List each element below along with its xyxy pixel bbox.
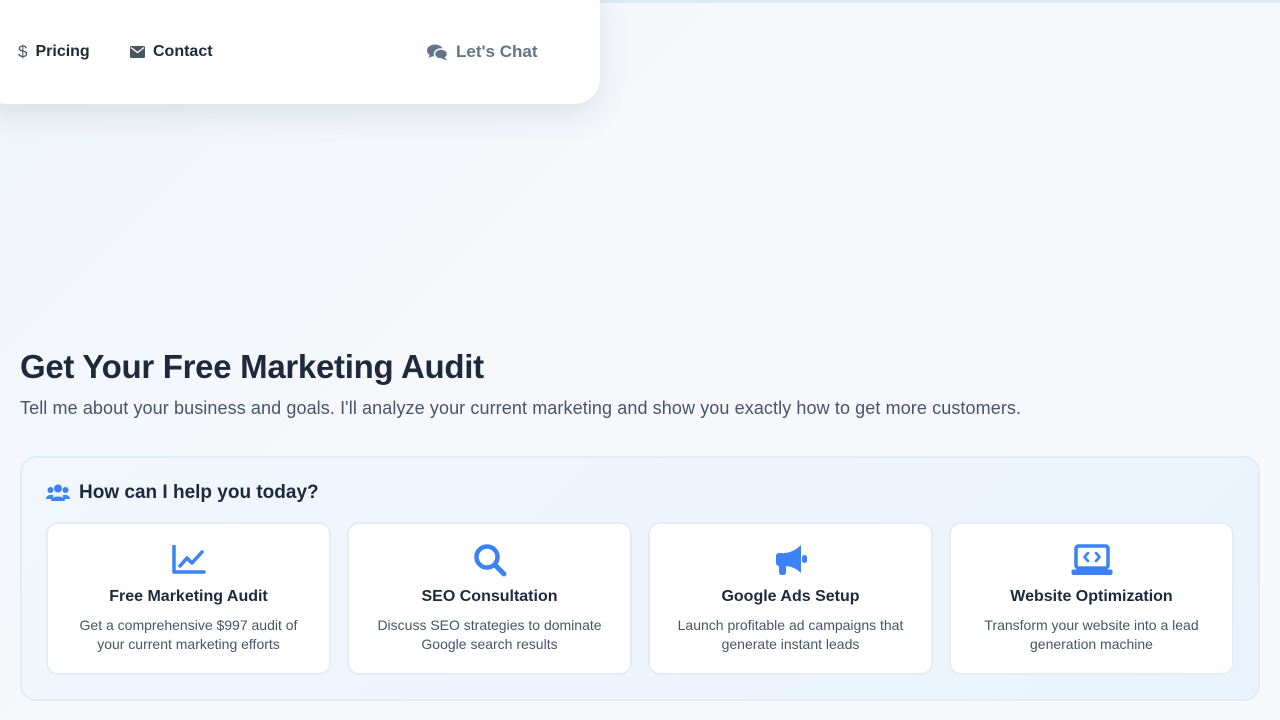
- main-navigation: $ Pricing Contact Let's Chat: [0, 0, 600, 104]
- option-title: Google Ads Setup: [721, 588, 860, 605]
- option-title: Website Optimization: [1010, 588, 1173, 605]
- option-title: Free Marketing Audit: [109, 588, 268, 605]
- option-card-seo-consultation[interactable]: SEO Consultation Discuss SEO strategies …: [347, 522, 632, 675]
- laptop-code-icon: [951, 544, 1232, 576]
- page-title: Get Your Free Marketing Audit: [20, 348, 484, 385]
- search-icon: [349, 544, 630, 577]
- lets-chat-label: Let's Chat: [456, 42, 538, 61]
- lets-chat-button[interactable]: Let's Chat: [427, 42, 538, 62]
- option-title: SEO Consultation: [421, 588, 558, 605]
- nav-link-contact[interactable]: Contact: [130, 42, 213, 62]
- megaphone-icon: [650, 544, 931, 576]
- option-card-marketing-audit[interactable]: Free Marketing Audit Get a comprehensive…: [46, 522, 331, 675]
- option-description: Transform your website into a lead gener…: [984, 617, 1199, 652]
- help-options-panel: How can I help you today? Free Marketing…: [20, 456, 1260, 701]
- option-description: Discuss SEO strategies to dominate Googl…: [377, 617, 602, 652]
- option-description: Get a comprehensive $997 audit of your c…: [79, 617, 298, 652]
- page-subtitle: Tell me about your business and goals. I…: [20, 398, 1022, 418]
- chart-line-icon: [48, 544, 329, 576]
- users-icon: [46, 484, 70, 502]
- option-card-website-optimization[interactable]: Website Optimization Transform your webs…: [949, 522, 1234, 675]
- option-card-google-ads[interactable]: Google Ads Setup Launch profitable ad ca…: [648, 522, 933, 675]
- comments-icon: [427, 44, 448, 61]
- option-description: Launch profitable ad campaigns that gene…: [677, 617, 904, 652]
- nav-link-label: Pricing: [35, 43, 90, 60]
- help-title: How can I help you today?: [79, 482, 319, 503]
- nav-link-pricing[interactable]: $ Pricing: [18, 42, 90, 62]
- nav-link-label: Contact: [153, 43, 213, 60]
- top-border-line: [600, 0, 1280, 3]
- envelope-icon: [130, 46, 145, 58]
- dollar-icon: $: [18, 42, 28, 61]
- help-header: How can I help you today?: [46, 482, 319, 504]
